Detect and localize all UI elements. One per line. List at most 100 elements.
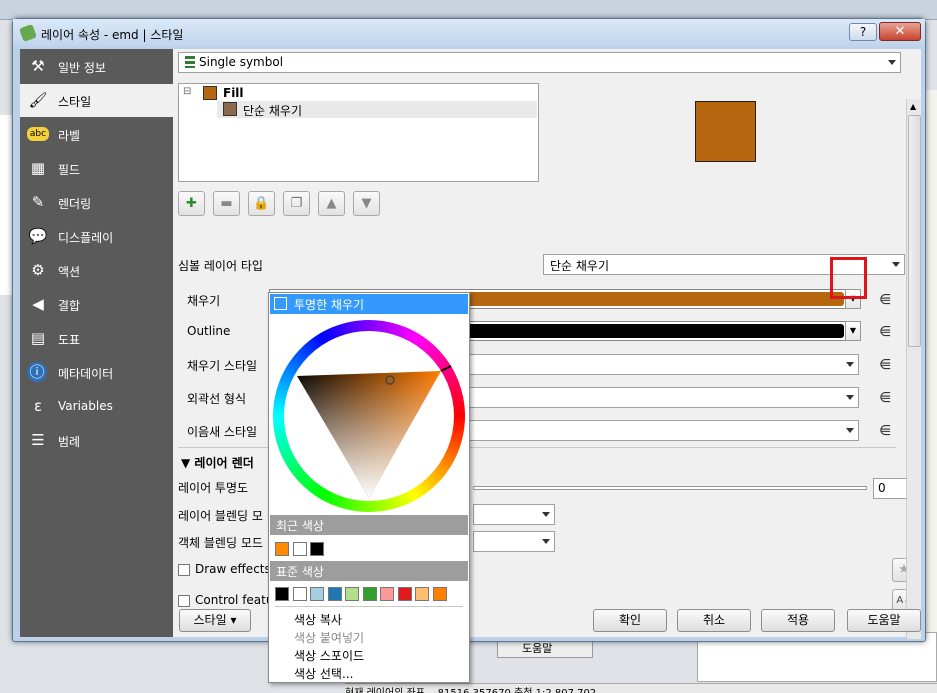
properties-sidebar: ⚒ 일반 정보 🖌 스타일 abc 라벨 ▦ 필드 ✎ 렌더링 💬 디스플레이 ⚙ 액션 ◀ 결합 ▤ 도표 ⓘ 메타… <box>20 49 173 637</box>
sidebar-item[interactable]: 🖌 스타일 <box>20 84 173 117</box>
join-style-label: 이음새 스타일 <box>187 425 258 439</box>
background-status-bar: 현재 레이어의 좌표 ...81516,357670 축척 1:2,807,70… <box>345 683 937 693</box>
color-swatch[interactable] <box>275 542 289 556</box>
sidebar-item[interactable]: ✎ 렌더링 <box>20 186 173 219</box>
sidebar-item[interactable]: 💬 디스플레이 <box>20 220 173 253</box>
color-swatch[interactable] <box>292 542 307 556</box>
feature-blend-combo[interactable] <box>473 531 555 552</box>
data-defined-override-icon[interactable]: ⋹ <box>879 355 905 375</box>
recent-colors-header: 최근 색상 <box>270 515 468 535</box>
sidebar-item[interactable]: ε Variables <box>20 390 173 423</box>
data-defined-override-icon[interactable]: ⋹ <box>879 322 905 342</box>
color-swatch[interactable] <box>380 587 394 601</box>
apply-button[interactable]: 적용 <box>761 609 835 632</box>
tools-icon: ⚒ <box>31 57 45 75</box>
qgis-app-icon <box>19 24 37 42</box>
fill-swatch-icon <box>203 86 217 100</box>
choose-color-item[interactable]: 색상 선택... <box>294 665 353 682</box>
symbol-preview <box>695 101 756 162</box>
color-swatch[interactable] <box>292 587 307 601</box>
abc-label-icon: abc <box>27 127 49 141</box>
draw-effects-checkbox[interactable] <box>178 564 190 576</box>
join-icon: ◀ <box>32 295 44 313</box>
data-defined-override-icon[interactable]: ⋹ <box>879 290 905 310</box>
renderer-combo[interactable]: Single symbol <box>178 52 901 73</box>
scroll-up-icon[interactable]: ▲ <box>910 102 916 111</box>
add-layer-icon[interactable]: ✚ <box>178 191 205 216</box>
transparent-checkbox-icon <box>274 297 287 310</box>
layer-blend-combo[interactable] <box>473 504 555 525</box>
cancel-button[interactable]: 취소 <box>677 609 751 632</box>
help-title-button[interactable]: ? <box>849 23 877 41</box>
color-swatch[interactable] <box>362 587 377 601</box>
color-swatch[interactable] <box>345 587 359 601</box>
sidebar-item[interactable]: ⓘ 메타데이터 <box>20 356 173 389</box>
sidebar-item[interactable]: ☰ 범례 <box>20 424 173 457</box>
style-menu-button[interactable]: 스타일 ▾ <box>179 609 251 632</box>
table-icon: ▦ <box>30 159 46 177</box>
color-swatch[interactable] <box>275 587 289 601</box>
ok-button[interactable]: 확인 <box>593 609 667 632</box>
scrollbar-thumb[interactable] <box>908 115 921 347</box>
vertical-scrollbar[interactable]: ▲ <box>906 99 921 639</box>
chevron-down-icon <box>888 60 896 65</box>
brush-icon: 🖌 <box>28 91 48 109</box>
sidebar-item[interactable]: ⚒ 일반 정보 <box>20 50 173 83</box>
transparent-fill-item[interactable]: 투명한 채우기 <box>270 294 468 314</box>
sidebar-item[interactable]: ◀ 결합 <box>20 288 173 321</box>
color-swatch[interactable] <box>397 587 412 601</box>
color-swatch[interactable] <box>310 542 324 556</box>
outline-color-dropdown[interactable]: ▼ <box>845 321 861 341</box>
collapse-icon[interactable]: ⊟ <box>183 86 191 97</box>
dialog-title: 레이어 속성 - emd | 스타일 <box>41 28 184 42</box>
fill-style-label: 채우기 스타일 <box>187 359 258 373</box>
color-swatch[interactable] <box>432 587 447 601</box>
outline-label: Outline <box>187 324 231 338</box>
sidebar-item-label: 필드 <box>58 163 81 177</box>
layer-rendering-toggle[interactable]: ▼ 레이어 렌더 <box>181 454 254 471</box>
paste-color-item[interactable]: 색상 붙여넣기 <box>294 629 364 646</box>
move-down-icon[interactable]: ▼ <box>353 191 380 216</box>
close-button[interactable]: ✕ <box>879 22 921 41</box>
move-up-icon[interactable]: ▲ <box>318 191 345 216</box>
sidebar-item-label: 메타데이터 <box>58 367 114 381</box>
chart-icon: ▤ <box>30 329 46 347</box>
lock-icon[interactable]: 🔒 <box>248 191 275 216</box>
data-defined-override-icon[interactable]: ⋹ <box>879 421 905 441</box>
remove-layer-icon[interactable]: ▬ <box>213 191 240 216</box>
fill-color-label: 채우기 <box>187 294 221 308</box>
epsilon-icon: ε <box>33 397 43 415</box>
help-button[interactable]: 도움말 <box>847 609 921 632</box>
color-swatch[interactable] <box>327 587 342 601</box>
control-feature-checkbox[interactable] <box>178 595 190 607</box>
sidebar-item-label: 일반 정보 <box>58 61 106 75</box>
duplicate-icon[interactable]: ❐ <box>283 191 310 216</box>
color-triangle[interactable] <box>273 320 465 512</box>
copy-color-item[interactable]: 색상 복사 <box>294 611 342 628</box>
control-feature-label: Control featur <box>195 593 279 607</box>
sidebar-item-label: 스타일 <box>58 95 92 109</box>
style-button-label: 스타일 <box>193 613 227 627</box>
draw-effects-label: Draw effects <box>195 562 271 576</box>
symbol-layer-type-value: 단순 채우기 <box>550 259 610 273</box>
pick-color-item[interactable]: 색상 스포이드 <box>294 647 364 664</box>
gear-icon: ⚙ <box>31 261 45 279</box>
sidebar-item[interactable]: ▦ 필드 <box>20 152 173 185</box>
tree-root-label[interactable]: Fill <box>223 86 244 100</box>
chevron-down-icon <box>542 512 550 517</box>
sidebar-item-label: 액션 <box>58 265 81 279</box>
speech-bubble-icon: 💬 <box>28 227 48 245</box>
single-symbol-icon <box>185 56 195 68</box>
color-swatch[interactable] <box>415 587 429 601</box>
symbol-layer-type-label: 심볼 레이어 타입 <box>178 259 263 273</box>
color-swatch[interactable] <box>310 587 324 601</box>
data-defined-override-icon[interactable]: ⋹ <box>879 388 905 408</box>
transparency-slider[interactable] <box>473 486 867 490</box>
sidebar-item[interactable]: abc 라벨 <box>20 118 173 151</box>
chevron-down-icon <box>846 395 854 400</box>
tree-child-label[interactable]: 단순 채우기 <box>243 102 302 119</box>
sidebar-item-label: 범례 <box>58 435 81 449</box>
sidebar-item[interactable]: ▤ 도표 <box>20 322 173 355</box>
sidebar-item[interactable]: ⚙ 액션 <box>20 254 173 287</box>
title-bar: 레이어 속성 - emd | 스타일 ? ✕ <box>13 19 925 47</box>
